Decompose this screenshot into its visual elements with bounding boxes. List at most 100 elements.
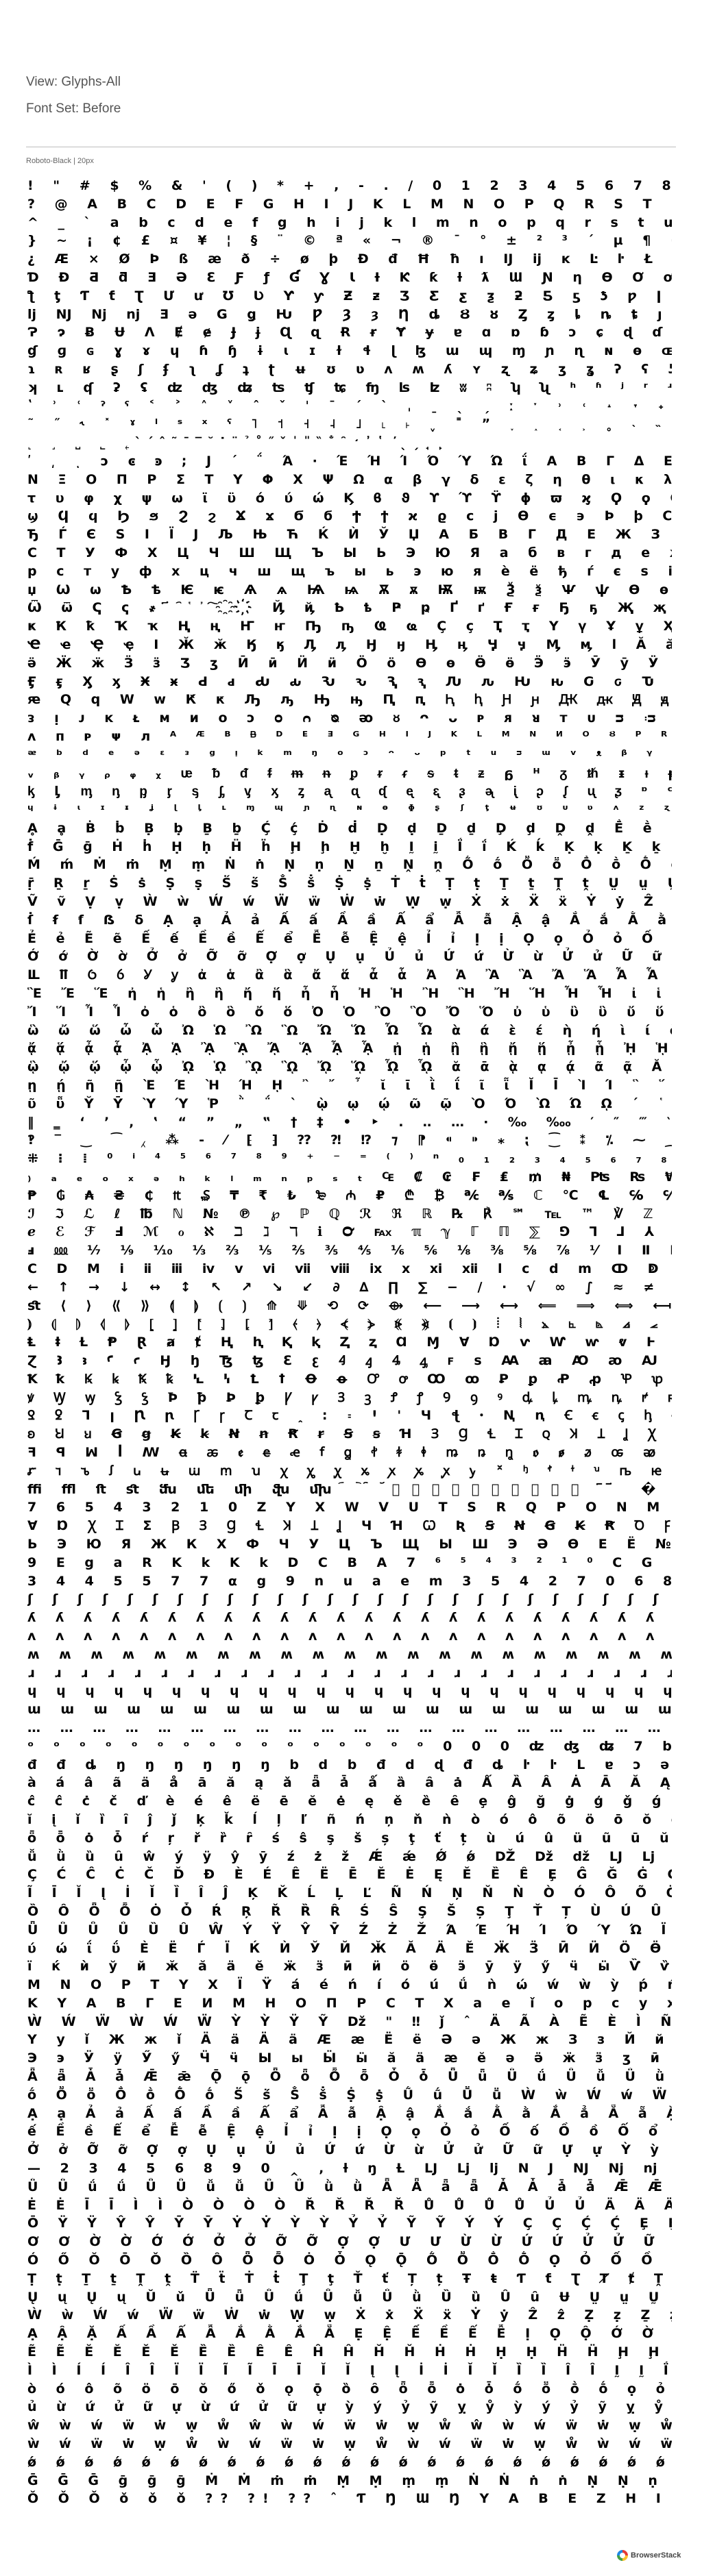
glyph-row: ò ó ô õ ö ō ŏ ő ǒ ǫ ǭ ȍ ȏ ȫ ȭ ȯ ȱ ṍ ṏ ṑ …	[27, 2381, 672, 2397]
glyph-row: Ō Ÿ Ÿ Ŷ Ŷ Ȳ Ȳ Ẏ Ẏ Ỳ Ỳ Ỷ Ỷ Ỹ Ỹ Ý Ý Ç Ç Ḉ …	[27, 2216, 672, 2231]
glyph-row: ꭊ ꭋ ꭌ ꭍ ꭎ ꭏ ꭐ ꭑ ꭒ ꭓ ꭔ ꭕ ꭖ ꭗ ꭘ ꭙ ꭚ ꭛ ꭜ ꭝ …	[27, 1463, 672, 1478]
glyph-row: ṍ Ṏ ṏ Ṑ ṑ Ṓ ṓ Ṥ ṥ Ṧ ṧ Ṩ ṩ Ṹ ṹ Ṻ ṻ Ẁ ẁ Ẃ …	[27, 2087, 672, 2103]
glyph-row: Ẻ ẻ Ẽ ẽ Ế ế Ề ề Ể ể Ễ ễ Ệ ệ Ỉ ỉ Ị ị Ọ ọ …	[27, 930, 672, 946]
glyph-row: … … … … … … … … … … … … … … … … … … … … …	[27, 1720, 672, 1735]
glyph-row: ⅎ ⅏ ⅐ ⅑ ⅒ ⅓ ⅔ ⅕ ⅖ ⅗ ⅘ ⅙ ⅚ ⅛ ⅜ ⅝ ⅞ ⅟ Ⅰ Ⅱ …	[27, 1243, 672, 1259]
glyph-row: Э э Ӱ ӱ Ӳ ӳ Ӵ ӵ Ы ы Ӹ ӹ ӑ ӓ ӕ ӗ ә ӛ ӝ ӟ …	[27, 2051, 672, 2066]
glyph-row: Ӻ ӻ Ӽ ӽ Ӿ ӿ Ԁ ԁ Ԃ ԃ Ԅ ԅ Ԇ ԇ Ԉ ԉ Ԋ ԋ Ԍ ԍ …	[27, 673, 672, 689]
glyph-row: ℐ ℑ ℒ ℓ ℔ ℕ № ℗ ℘ ℙ ℚ ℛ ℜ ℝ ℞ ℟ ℠ ℡ ™ ℣ …	[27, 1206, 672, 1222]
glyph-row: џ Ѡ ѡ Ѣ ѣ Ѥ ѥ Ѧ ѧ Ѩ ѩ Ѫ ѫ Ѭ ѭ Ѯ ѯ Ѱ ѱ Ѳ …	[27, 582, 672, 597]
glyph-row: Ѿ ѿ Ҁ ҁ ҂ ҃ ҄ ҅ ҆ ҇ ҈ ҉ Ҋ ҋ Ҍ ҍ Ҏ ҏ Ґ ґ …	[27, 600, 672, 616]
glyph-grid: ! " # $ % & ' ( ) * + , - . / 0 1 2 3 4 …	[27, 177, 672, 2506]
glyph-row: ĭ į ǐ ȉ ȋ ĵ ǰ ķ ǩ ĺ ļ ľ ñ ń ņ ň ǹ ò ó ô …	[27, 1811, 672, 1827]
glyph-row: Ǖ Ǘ Ǚ Ǜ Ȕ Ȗ Ŵ Ý Ÿ Ŷ Ȳ Ź Ż Ž Ά Έ Ή Ί Ό Ύ …	[27, 1922, 672, 1937]
glyph-row: Ȍ Ȏ Ȫ Ȭ Ȯ Ȱ Ŕ Ŗ Ř Ȑ Ȓ Ś Ŝ Ş Š Ș Ţ Ť Ț Ù …	[27, 1903, 672, 1919]
glyph-row: 9 Ε g a R K k K k D C B A 7 ⁶ ⁵ ⁴ ³ ² ¹ …	[27, 1555, 672, 1570]
glyph-row: Ų ų Ų ų Ǔ ǔ Ǖ ǖ Ǘ ǘ Ǚ ǚ Ǜ ǜ Ȕ ȕ Ȗ ȗ Ʉ Ṳ …	[27, 2289, 672, 2305]
glyph-row: Ė Ė Ī Ī Ì Ì Ò Ò Ò Ò Ř Ř Ř Ř Ů Ů Ů Ů Ủ Ủ …	[27, 2197, 672, 2213]
glyph-row: ᵒ ᵒ ᵒ ᵒ ᵒ ᵒ ᵒ ᵒ ᵒ ᵒ ᵒ ᵒ ᵒ ᵒ ᵒ ᵒ 0 0 0 ʣ …	[27, 1738, 672, 1754]
glyph-row: ϣ Ϥ ϥ Ϧ ϧ Ϩ ϩ Ϫ ϫ Ϭ ϭ Ϯ ϯ ϰ ϱ ϲ ϳ ϴ ϵ ϶ …	[27, 508, 672, 524]
glyph-row: Ǒ Ǒ Ǒ ǒ ǒ ǒ ?? ?! ?? ˆ Ƭ Ŋ Ɯ Ŋ Y A B E Z…	[27, 2491, 672, 2506]
glyph-row: à á â ã ä å ā ă ą ǎ ǟ ǡ ǻ ȁ ȃ ȧ Ǻ Ȁ Ȃ Ȧ …	[27, 1775, 672, 1791]
glyph-row: ᴈ ᴉ ᴊ ᴋ ᴌ ᴍ ᴎ ᴏ ᴐ ᴑ ᴒ ᴓ ᴔ ᴕ ᴖ ᴗ ᴘ ᴙ ᴚ ᴛ …	[27, 710, 672, 726]
glyph-row: ᶄ ᶅ ᶆ ᶇ ᶈ ᶉ ᶊ ᶋ ᶌ ᶍ ᶎ ᶏ ᶐ ᶑ ᶒ ᶓ ᶔ ᶕ ᶖ ᶗ …	[27, 784, 672, 800]
glyph-row: ї ќ ѝ ў й ӂ ӑ ӓ ӗ ӝ ӟ ӣ ӥ ӧ ӫ ӭ ӯ ӱ ӳ ӵ …	[27, 1959, 672, 1974]
glyph-row: ℯ ℰ ℱ Ⅎ ℳ ℴ ℵ ℶ ℷ ℸ ℹ ℺ ℻ ℼ ℽ ℾ ℿ ⅀ ⅁ ⅂ …	[27, 1224, 672, 1240]
glyph-row: ԙ Ԛ ԛ Ԝ ԝ Ԟ ԟ Ԡ ԡ Ԣ ԣ Ԥ ԥ Ԧ ԧ Ԩ ԩ Ԫ ԫ Ԭ …	[27, 692, 672, 708]
glyph-row: Ꝿ ꝿ Ꞁ ꞁ Ꞃ ꞃ Ꞅ ꞅ Ꞇ ꞇ ꞈ ꞉ ꞊ Ꞌ ꞌ Ɥ ꞎ ꞏ Ꞑ ꞑ …	[27, 1408, 672, 1424]
glyph-row: Ь Э Ю Я Ж К Х Ф Ч У Ц Ъ Щ Ы Ш Э Ә Ө Е Ё …	[27, 1536, 672, 1552]
glyph-row: M N O P T Y X Ï Ÿ á é ń í ó ú ǘ ǹ ώ ẃ ẁ …	[27, 1977, 672, 1993]
glyph-row: ꝟ Ꝡ ꝡ Ꝣ ꝣ Ꝥ ꝥ Ꝧ ꝧ Ꝩ ꝩ Ꝫ ꝫ Ꝭ ꝭ Ꝯ ꝯ ꝰ ꝱ ꝲ …	[27, 1389, 672, 1405]
glyph-row: ₱ ₲ ₳ ₴ ₵ ₶ ₷ ₸ ₹ ₺ ₻ ₼ ₽ ₾ ₿ ℀ ℁ ℂ ℃ ℄ …	[27, 1187, 672, 1203]
glyph-row: Ǘ Ǘ ǘ ǘ Ǚ Ǚ ǚ ǚ Ǜ Ǜ ǜ ǜ Ǟ Ǟ ǟ ǟ Ǡ Ǡ ǡ ǡ …	[27, 2179, 672, 2194]
glyph-row: Y y ǐ Ж ж ǐ Ä ä Ä ä Æ æ Ë ë Ə ə Ж ж З з …	[27, 2032, 672, 2048]
glyph-row: ɹ ɹ ɹ ɹ ɹ ɹ ɹ ɹ ɹ ɹ ɹ ɹ ɹ ɹ ɹ ɹ ɹ ɹ ɹ ɹ …	[27, 1665, 672, 1681]
glyph-row: ‽ ‾ ‿ ⁀ ⁁ ⁂ ⁃ ⁄ ⁅ ⁆ ⁇ ⁈ ⁉ ⁊ ⁋ ⁌ ⁍ ⁎ ⁏ ⁐ …	[27, 1132, 672, 1148]
badge-label: BrowserStack	[631, 2551, 681, 2560]
glyph-row: Ĩ Ī Ĭ Į İ Ǐ Ȉ Ȋ Ĵ Ķ Ǩ Ĺ Ļ Ľ Ñ Ń Ņ Ň Ǹ Ò …	[27, 1885, 672, 1901]
glyph-row: ύ ώ ΐ ΰ Ѐ Ё Ѓ Ї Ќ Ѝ Ў Й Ӂ Ӑ Ӓ Ӗ Ӝ Ӟ Ӣ Ӥ …	[27, 1940, 672, 1956]
glyph-row: ʍ ʍ ʍ ʍ ʍ ʍ ʍ ʍ ʍ ʍ ʍ ʍ ʍ ʍ ʍ ʍ ʍ ʍ ʍ ʍ …	[27, 1646, 672, 1662]
glyph-row: ᴧ ᴨ ᴩ ᴪ ᴫ ᴬ ᴭ ᴮ ᴯ ᴰ ᴱ ᴲ ᴳ ᴴ ᴵ ᴶ ᴷ ᴸ ᴹ ᴺ …	[27, 728, 672, 744]
glyph-row: K Y A B Γ E И M H O П P C T X a e ǐ o p …	[27, 1995, 672, 2011]
glyph-row: ƪ ƫ Ƭ ƭ Ʈ Ư ư Ʊ Ʋ Ƴ ƴ Ƶ ƶ Ʒ Ƹ ƹ ƺ ƻ Ƽ ƽ …	[27, 288, 672, 304]
glyph-row: Ỻ ỻ Ỽ ỽ Ỿ ỿ ἀ ἁ ἂ ἃ ἄ ἅ ἆ ἇ Ἀ Ἁ Ἂ Ἃ Ἄ Ἅ …	[27, 967, 672, 983]
glyph-row: Ḿ ḿ Ṁ ṁ Ṃ ṃ Ṅ ṅ Ṇ ṇ Ṉ ṉ Ṋ ṋ Ṍ ṍ Ṏ ṏ Ṑ ṑ …	[27, 857, 672, 873]
glyph-row: ẁ ẃ ẅ ẇ ẉ ẘ ẁ ẃ ẅ ẇ ẉ ẘ ẁ ẃ ẅ ẇ ẉ ẘ ẁ ẃ …	[27, 2436, 672, 2452]
glyph-row: ɥ ɥ ɥ ɥ ɥ ɥ ɥ ɥ ɥ ɥ ɥ ɥ ɥ ɥ ɥ ɥ ɥ ɥ ɥ ɥ …	[27, 1683, 672, 1699]
glyph-row: ˻ ˼ ˽ ˾ ˿ ̀ ́ ̂ ̃ ̄ ̅ ̆ ̇ ̈ ̉ ̊ ̋ ̌ ̍ ̎ …	[27, 435, 451, 451]
glyph-row: Ɂ ɂ Ƀ Ʉ Ʌ Ɇ ɇ Ɉ ɉ Ɋ ɋ Ɍ ɍ Ɏ ɏ ɐ ɑ ɒ ɓ ɔ …	[27, 325, 672, 340]
glyph-row: ῦ ῧ Ῠ Ῡ Ὺ Ύ Ῥ ῭ ΅ ` ῲ ῳ ῴ ῶ ῷ Ὸ Ό Ὼ Ώ ῼ …	[27, 1095, 672, 1111]
glyph-row: ᾣ ᾤ ᾥ ᾦ ᾧ ᾨ ᾩ ᾪ ᾫ ᾬ ᾭ ᾮ ᾯ ᾰ ᾱ ᾲ ᾳ ᾴ ᾶ ᾷ …	[27, 1059, 672, 1075]
glyph-row: Ɀ Ꜣ ꜣ Ꜥ ꜥ Ꜧ ꜧ Ꜩ ꜩ Ꜫ ꜫ Ꜭ ꜭ Ꜯ ꜯ ꜰ ꜱ Ꜳ ꜳ Ꜵ …	[27, 1353, 672, 1368]
glyph-row: Ҽ ҽ Ҿ ҿ Ӏ Ӂ ӂ Ӄ ӄ Ӆ ӆ Ӈ ӈ Ӊ ӊ Ӌ ӌ Ӎ ӎ ӏ …	[27, 636, 672, 652]
browserstack-logo-icon	[617, 2550, 628, 2561]
glyph-row: Ǟ ǟ Ǡ ǡ Ǣ ǣ Ǭ ǭ Ȫ ȫ Ȭ ȭ Ȱ ȱ Ǖ ǖ Ǘ ǘ Ǚ ǚ …	[27, 2069, 672, 2085]
glyph-row: τ υ φ χ ψ ω ϊ ϋ ό ύ ώ Ϗ ϐ ϑ ϒ ϓ ϔ ϕ ϖ ϗ …	[27, 490, 672, 506]
glyph-row: Ⅽ Ⅾ Ⅿ ⅰ ⅱ ⅲ ⅳ ⅴ ⅵ ⅶ ⅷ ⅸ ⅹ ⅺ ⅻ ⅼ ⅽ ⅾ ⅿ ↀ …	[27, 1261, 672, 1277]
glyph-row: ʌ ʌ ʌ ʌ ʌ ʌ ʌ ʌ ʌ ʌ ʌ ʌ ʌ ʌ ʌ ʌ ʌ ʌ ʌ ʌ …	[27, 1628, 672, 1644]
glyph-row: ? @ A B C D E F G H I J K L M N O P Q R …	[27, 196, 672, 212]
glyph-row: ǚ ǜ ȕ ȗ ŵ ý ÿ ŷ ȳ ź ż ž Ǽ ǽ Ǿ ǿ Ǆ ǅ ǆ Ǉ …	[27, 1848, 672, 1864]
glyph-row: ꞝ Ꞟ ꞟ Ꞡ ꞡ Ꞣ ꞣ Ꞥ ꞥ Ꞧ ꞧ Ꞩ ꞩ Ɦ Ɜ Ɡ Ɬ Ɪ ꞯ Ʞ …	[27, 1426, 672, 1442]
glyph-row: ˜ ˝ ˞ ˟ ˠ ˡ ˢ ˣ ˤ ˥ ˦ ˧ ˨ ˩ ˪ ˫ ˬ ˭ ˮ ˯ …	[27, 417, 672, 432]
glyph-row: Ì Ì Í Í Î Î Ï Ï Ĩ Ĩ Ī Ī Ĭ Ĭ Į Į İ İ Ǐ Ǐ …	[27, 2362, 672, 2378]
glyph-row: ủ ừ ứ ử ữ ự ừ ứ ử ữ ự ỳ ý ỷ ỹ ỵ ẙ ỳ ý ỷ …	[27, 2399, 672, 2415]
glyph-row: ʃ ʃ ʃ ʃ ʃ ʃ ʃ ʃ ʃ ʃ ʃ ʃ ʃ ʃ ʃ ʃ ʃ ʃ ʃ ʃ …	[27, 1592, 672, 1607]
glyph-row: ǿ ǿ ǿ ǿ ǿ ǿ ǿ ǿ ǿ ǿ ǿ ǿ ǿ ǿ ǿ ǿ ǿ ǿ ǿ ǿ …	[27, 2454, 672, 2470]
browserstack-badge: BrowserStack	[617, 2550, 681, 2561]
glyph-row: ₎ ₐ ₑ ₒ ₓ ₔ ₕ ₖ ₗ ₘ ₙ ₚ ₛ ₜ ₠ ₡ ₢ ₣ ₤ ₥ …	[27, 1169, 672, 1185]
glyph-row: Ạ ạ Ả ả Ấ ấ Ầ ầ Ẩ ẩ Ẫ ẫ Ậ ậ Ắ ắ Ằ ằ Ẳ ẳ …	[27, 2105, 672, 2121]
glyph-row: đ đ ȡ ŋ ŋ ŋ ŋ ŋ ŋ b d b đ d ɖ đ ȡ ŀ ŀ L …	[27, 1757, 672, 1772]
glyph-row: ᶣ ᶤ ᶥ ᶦ ᶧ ᶨ ᶩ ᶪ ᶫ ᶬ ᶭ ᶮ ᶯ ᶰ ᶱ ᶲ ᶳ ᶴ ᶵ ᶶ …	[27, 802, 672, 818]
glyph-row: — 2 3 4 5 6 8 9 0 ‸ ‚ ƚ ŋ Ƚ Ǉ ǈ ǉ N J Ǌ …	[27, 2161, 672, 2177]
glyph-row: ʽ ʾ ʿ ˀ ˁ ˂ ˃ ˄ ˅ ˆ ˇ ˈ ˉ ˊ ˋ ˌ ˍ ˎ ˏ ː …	[27, 398, 672, 414]
glyph-row: ὣ ὤ ὥ ὦ ὧ Ὠ Ὡ Ὢ Ὣ Ὤ Ὥ Ὦ Ὧ ὰ ά ὲ έ ὴ ή ὶ …	[27, 1022, 672, 1038]
glyph-row: ʎ ʎ ʎ ʎ ʎ ʎ ʎ ʎ ʎ ʎ ʎ ʎ ʎ ʎ ʎ ʎ ʎ ʎ ʎ ʎ …	[27, 1610, 672, 1626]
glyph-row: Ṭ ṭ Ṯ ṯ Ṱ ṱ T̈ ẗ Ṫ ṫ Ţ ţ Ť ť Ț ț Ŧ ŧ Ƭ ƭ…	[27, 2270, 672, 2286]
glyph-row: Ḡ Ḡ Ḡ ḡ ḡ ḡ Ṁ Ṁ ṁ ṁ Ṃ Ṃ ṃ ṃ Ṅ Ṅ ṅ ṅ Ṇ Ṇ …	[27, 2473, 672, 2488]
glyph-row: ǉ Ǌ ǋ ǌ Ǝ ǝ Ǥ ǥ Ƕ Ƿ Ȝ ȝ Ƞ ȡ Ȣ ȣ Ȥ ȥ ȴ ȵ …	[27, 306, 672, 322]
glyph-row: С Т У Ф Х Ц Ч Ш Щ Ъ Ы Ь Э Ю Я а б в г д …	[27, 545, 672, 560]
glyph-row: р с т у ф х ц ч ш щ ъ ы ь э ю я ѐ ё ђ ѓ …	[27, 563, 672, 579]
glyph-row: ẛ ẜ ẝ ẞ ẟ Ạ ạ Ả ả Ấ ấ Ầ ầ Ẩ ẩ Ẫ ẫ Ậ ậ Ắ …	[27, 912, 672, 928]
view-title: View: Glyphs-All	[26, 75, 121, 89]
glyph-row: Ẽ Ẽ Ĕ Ĕ Ě Ě Ȅ Ȅ Ȇ Ȇ Ĥ Ĥ Ȟ Ȟ Ḣ Ḣ Ḥ Ḥ Ḧ Ḧ …	[27, 2344, 672, 2360]
glyph-row: ế Ề ề Ể ể Ễ ễ Ệ ệ Ỉ ỉ Ị ị Ọ ọ Ỏ ỏ Ố ố Ồ …	[27, 2124, 672, 2140]
glyph-row: Ḁ ḁ Ḃ ḃ Ḅ ḅ Ḇ ḇ Ḉ ḉ Ḋ ḋ Ḍ ḍ Ḏ ḏ Ḑ ḑ Ḓ ḓ …	[27, 820, 672, 836]
glyph-row: Ç Ć Ĉ Ċ Č Ď Ð È É Ê Ë Ē Ĕ Ė Ę Ě Ȅ Ȇ Ȩ Ĝ …	[27, 1867, 672, 1883]
font-label: Roboto-Black | 20px	[26, 157, 94, 165]
glyph-row: Ⱡ ⱡ Ɫ Ᵽ Ɽ ⱥ ⱦ Ⱨ ⱨ Ⱪ ⱪ Ⱬ ⱬ Ɑ Ɱ Ɐ Ɒ ⱱ Ⱳ ⱳ …	[27, 1335, 672, 1350]
glyph-row: ⦆ ⦇ ⦈ ⦉ ⦊ ⦋ ⦌ ⦍ ⦎ ⦏ ⦐ ⦑ ⦒ ⦓ ⦔ ⦕ ⦖ ⦗ ⦘ ⦙ …	[27, 1316, 672, 1332]
glyph-row: ṝ Ṟ ṟ Ṡ ṡ Ṣ ṣ Ṥ ṥ Ṧ ṧ Ṩ ṩ Ṫ ṫ Ṭ ṭ Ṯ ṯ Ṱ …	[27, 876, 672, 891]
glyph-row: ɿ ʀ ʁ ʂ ʃ ʄ ʅ ʆ ʇ ʈ ʉ ʊ ʋ ʌ ʍ ʎ ʏ ʐ ʑ ʒ …	[27, 361, 672, 377]
glyph-row: ӛ Ӝ ӝ Ӟ ӟ Ӡ ӡ Ӣ ӣ Ӥ ӥ Ӧ ӧ Ө ө Ӫ ӫ Ӭ ӭ Ӯ …	[27, 655, 672, 671]
glyph-row: Ó Ő Ŏ Ō Ǒ Ȍ Ȏ Ȫ Ȭ Ȯ Ȱ Ǫ Ǭ Ṍ Ṏ Ṑ Ṓ Ọ Ỏ Ố …	[27, 2253, 672, 2268]
glyph-row: ɠ ɡ ɢ ɣ ɤ ɥ ɦ ɧ ɨ ɩ ɪ ɫ ɬ ɭ ɮ ɯ ɰ ɱ ɲ ɳ …	[27, 343, 672, 359]
glyph-row: Ђ Ѓ Є Ѕ І Ї Ј Љ Њ Ћ Ќ Ѝ Ў Џ А Б В Г Д Е …	[27, 527, 672, 543]
glyph-row: Ở ở Ỡ ỡ Ợ ợ Ụ ụ Ủ ủ Ứ ứ Ừ ừ Ử ử Ữ ữ Ự ự …	[27, 2142, 672, 2158]
glyph-row: ĉ ĉ ċ č ď è é ê ë ē ĕ ė ę ě ȅ ȇ ȩ ĝ ğ ġ …	[27, 1794, 672, 1809]
glyph-row: 7 6 5 4 3 2 1 0 Z Y X W V U T S R Q P O …	[27, 1500, 672, 1515]
glyph-row: Ạ Ậ Ặ Ấ Ầ Ẩ Ẫ Ắ Ằ Ẳ Ẵ Ẹ Ệ Ế Ề Ể Ễ Ị Ọ Ộ …	[27, 2326, 672, 2342]
